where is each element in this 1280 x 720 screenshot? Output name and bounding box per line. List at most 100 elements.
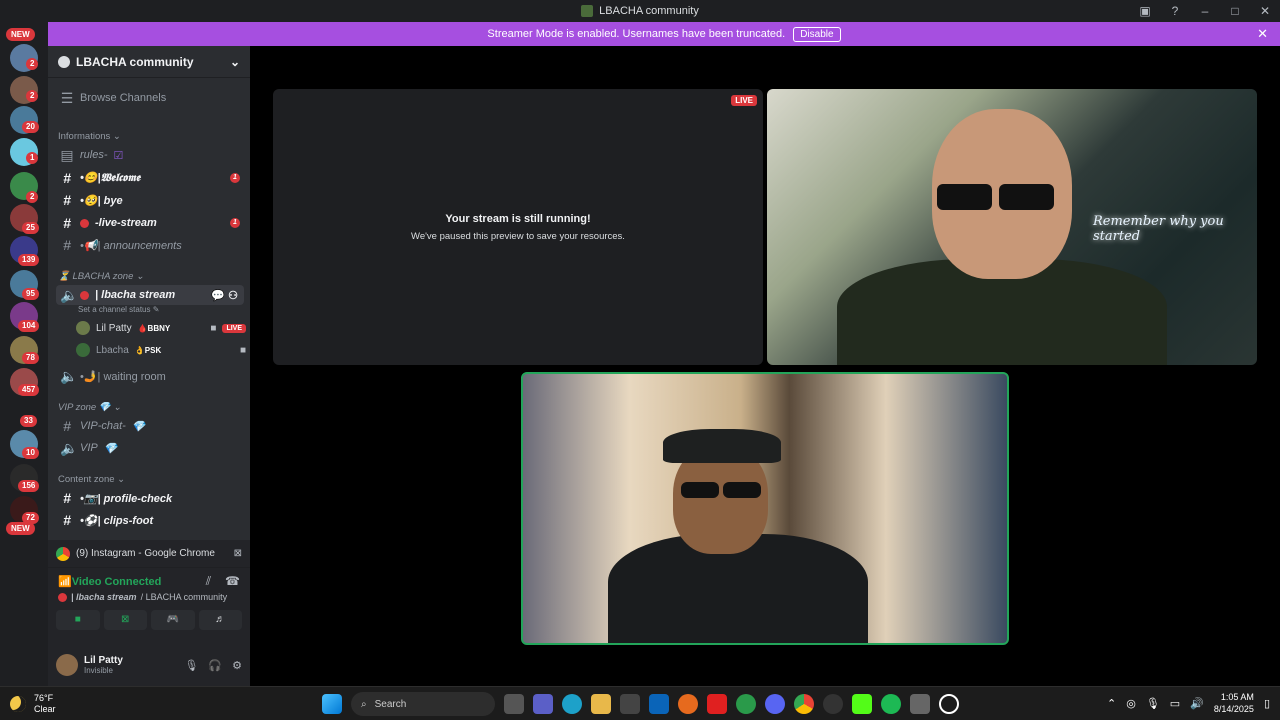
edge-icon[interactable]	[562, 694, 582, 714]
firefox-icon[interactable]	[678, 694, 698, 714]
spotify-icon[interactable]	[881, 694, 901, 714]
server-list: NEW 2 2 20 1 2 25 139 95 104 78 457 33 1…	[0, 22, 48, 686]
voice-user-lil-patty[interactable]: Lil Patty 🩸BBNY ■ LIVE	[76, 318, 246, 338]
channel-vip-chat[interactable]: # VIP-chat- 💎	[56, 416, 244, 436]
kick-icon[interactable]	[852, 694, 872, 714]
minimize-button[interactable]: –	[1190, 4, 1220, 18]
disconnect-icon[interactable]: ☎	[225, 574, 240, 589]
channel-welcome[interactable]: # •😊|𝖂𝖊𝖑𝖈𝖔𝖒𝖊 1	[56, 168, 244, 188]
window-title: LBACHA community	[599, 5, 699, 17]
weather-widget[interactable]: 76°F Clear	[10, 693, 56, 715]
camera-button[interactable]: ■	[56, 610, 100, 630]
category-label: Content zone	[58, 474, 115, 485]
voice-channel-link[interactable]: | lbacha stream / LBACHA community	[58, 592, 240, 602]
hash-icon: #	[63, 237, 71, 253]
search-icon: ⌕	[361, 698, 367, 710]
channel-live-stream[interactable]: # -live-stream 1	[56, 213, 244, 233]
mention-badge: 10	[22, 447, 39, 459]
user-tag: 🩸BBNY	[137, 323, 171, 333]
webcam-tile-2[interactable]	[521, 372, 1009, 645]
rules-icon: ▤	[60, 146, 74, 163]
windows-start-icon[interactable]	[322, 694, 342, 714]
category-label: Informations	[58, 131, 111, 142]
app-icon	[581, 5, 594, 17]
task-view-icon[interactable]	[504, 694, 524, 714]
app-icon[interactable]	[823, 694, 843, 714]
username: Lil Patty	[96, 322, 132, 334]
close-banner-icon[interactable]: ✕	[1257, 26, 1268, 42]
chevron-up-icon[interactable]: ⌃	[1107, 697, 1116, 710]
browse-channels[interactable]: ☰ Browse Channels	[56, 88, 244, 108]
new-badge: NEW	[6, 522, 35, 535]
disable-button[interactable]: Disable	[793, 26, 841, 42]
sunglasses-right	[999, 184, 1054, 210]
inbox-icon[interactable]: ▣	[1130, 4, 1160, 18]
channel-bye[interactable]: # •🥺| bye	[56, 190, 244, 210]
notifications-icon[interactable]: ▯	[1264, 697, 1270, 710]
category-lbacha-zone[interactable]: ⏳ LBACHA zone ⌄	[58, 271, 144, 282]
channel-label: •🤳| waiting room	[80, 370, 166, 383]
stop-stream-icon[interactable]: ⊠	[234, 548, 242, 559]
voice-channel-lbacha-stream[interactable]: 🔈 | lbacha stream 💬 ⚇	[56, 285, 244, 305]
category-vip-zone[interactable]: VIP zone 💎 ⌄	[58, 402, 121, 413]
browse-label: Browse Channels	[80, 92, 167, 104]
settings-icon[interactable]	[910, 694, 930, 714]
red-circle-icon	[58, 592, 67, 602]
mention-badge: 2	[26, 90, 39, 102]
obs-icon[interactable]	[939, 694, 959, 714]
gem-icon: 💎	[131, 420, 146, 433]
paused-subtitle: We've paused this preview to save your r…	[411, 230, 625, 242]
close-button[interactable]: ✕	[1250, 4, 1280, 18]
category-informations[interactable]: Informations ⌄	[58, 131, 121, 142]
activity-button[interactable]: 🎮	[151, 610, 195, 630]
channel-profile-check[interactable]: # •📷| profile-check	[56, 488, 244, 508]
screen-share-button[interactable]: ⊠	[103, 610, 147, 630]
file-explorer-icon[interactable]	[591, 694, 611, 714]
youtube-icon[interactable]	[707, 694, 727, 714]
voice-channel-vip[interactable]: 🔈 VIP 💎	[56, 438, 244, 458]
channel-clips-foot[interactable]: # •⚽| clips-foot	[56, 510, 244, 530]
channel-label: VIP	[80, 442, 98, 454]
windows-taskbar: 76°F Clear ⌕ Search ⌃ ◎ 🎙 ▭ 🔊 1:05 AM 8/14/…	[0, 686, 1280, 720]
chrome-taskbar-icon[interactable]	[794, 694, 814, 714]
maximize-button[interactable]: □	[1220, 4, 1250, 18]
channel-status-hint[interactable]: Set a channel status ✎	[78, 305, 159, 314]
user-panel[interactable]: Lil Patty Invisible 🎙 🎧 ⚙	[56, 650, 242, 680]
speaker-icon: 🔈	[60, 367, 78, 384]
gear-icon[interactable]: ⚙	[232, 659, 242, 672]
headphones-icon[interactable]: 🎧	[208, 659, 222, 672]
display-icon[interactable]: ▭	[1170, 697, 1180, 710]
voice-panel: (9) Instagram - Google Chrome ⊠ 📶 Video …	[48, 540, 250, 686]
streamer-mode-banner: Streamer Mode is enabled. Usernames have…	[48, 22, 1280, 46]
microphone-icon[interactable]: 🎙	[184, 659, 198, 672]
speaker-icon: 🔈	[60, 439, 78, 456]
hash-icon: #	[63, 490, 71, 506]
teams-icon[interactable]	[533, 694, 553, 714]
guild-header[interactable]: LBACHA community ⌄	[48, 46, 250, 78]
clock[interactable]: 1:05 AM 8/14/2025	[1214, 691, 1254, 715]
microphone-icon[interactable]: 🎙	[1146, 697, 1160, 710]
chat-icon[interactable]: 💬 ⚇	[211, 289, 238, 302]
tray-app-icon[interactable]: ◎	[1126, 697, 1136, 710]
store-icon[interactable]	[620, 694, 640, 714]
discord-icon[interactable]	[765, 694, 785, 714]
webcam-tile-1[interactable]: Remember why you started	[767, 89, 1257, 365]
hash-icon: #	[63, 170, 71, 186]
own-stream-preview[interactable]: LIVE Your stream is still running! We've…	[273, 89, 763, 365]
category-content-zone[interactable]: Content zone ⌄	[58, 474, 125, 485]
channel-rules[interactable]: ▤ rules- ☑	[56, 145, 244, 165]
soundboard-button[interactable]: ♬	[198, 610, 242, 630]
speaker-icon: 🔈	[60, 286, 78, 303]
search-box[interactable]: ⌕ Search	[351, 692, 495, 716]
volume-icon[interactable]: 🔊	[1190, 697, 1204, 710]
help-icon[interactable]: ?	[1160, 4, 1190, 18]
voice-channel-waiting-room[interactable]: 🔈 •🤳| waiting room	[56, 366, 244, 386]
search-label: Search	[374, 698, 407, 710]
noise-suppression-icon[interactable]: ⫽ ☎	[206, 574, 240, 589]
channel-announcements[interactable]: # •📢| announcements	[56, 235, 244, 255]
whatsapp-icon[interactable]	[736, 694, 756, 714]
neon-sign: Remember why you started	[1093, 214, 1224, 244]
voice-user-lbacha[interactable]: Lbacha 👌PSK ■	[76, 340, 246, 360]
outlook-icon[interactable]	[649, 694, 669, 714]
category-label: LBACHA zone	[72, 271, 134, 282]
